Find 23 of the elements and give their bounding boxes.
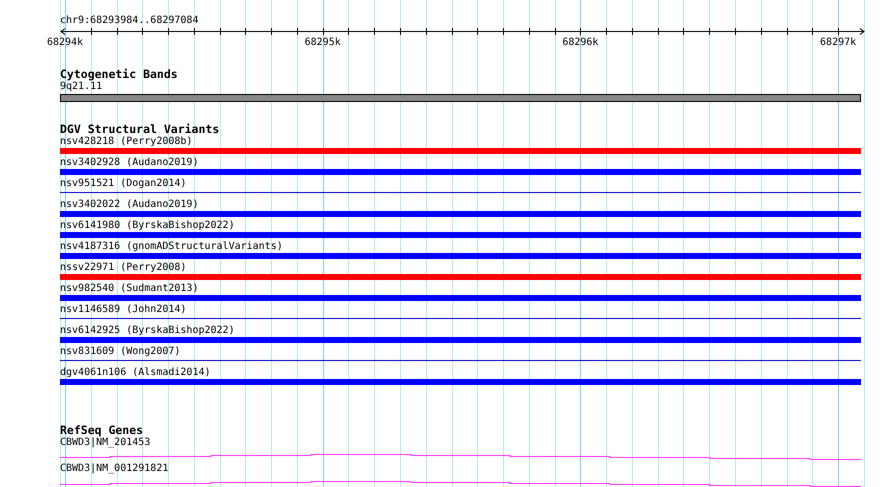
tick-label: 68295k [304, 37, 341, 49]
feature-label: CBWD3|NM_201453 [60, 437, 150, 449]
feature-label: CBWD3|NM_001291821 [60, 463, 168, 475]
feature-label: nssv22971 (Perry2008) [60, 262, 186, 274]
feature-label: nsv3402022 (Audano2019) [60, 199, 198, 211]
feature-label: nsv982540 (Sudmant2013) [60, 283, 198, 295]
track-title: DGV Structural Variants [60, 123, 220, 136]
feature-label: nsv4187316 (gnomADStructuralVariants) [60, 241, 283, 253]
feature-label: nsv6141980 (ByrskaBishop2022) [60, 220, 235, 232]
feature-label: nsv1146589 (John2014) [60, 304, 186, 316]
feature-label: nsv428218 (Perry2008b) [60, 136, 192, 148]
tick-label: 68294k [46, 37, 84, 49]
feature-label: nsv6142925 (ByrskaBishop2022) [60, 325, 235, 337]
feature-label: dgv4061n106 (Alsmadi2014) [60, 367, 211, 379]
track-title: RefSeq Genes [60, 424, 144, 437]
feature-label: nsv3402928 (Audano2019) [60, 157, 198, 169]
feature-label: 9q21.11 [60, 81, 102, 93]
tick-label: 68297k [820, 37, 856, 49]
feature-label: nsv951521 (Dogan2014) [60, 178, 186, 190]
feature-label: nsv831609 (Wong2007) [60, 346, 180, 358]
track-title: Cytogenetic Bands [60, 68, 179, 81]
genomic-position-label: chr9:68293984..68297084 [60, 15, 200, 27]
tick-label: 68296k [562, 37, 598, 49]
